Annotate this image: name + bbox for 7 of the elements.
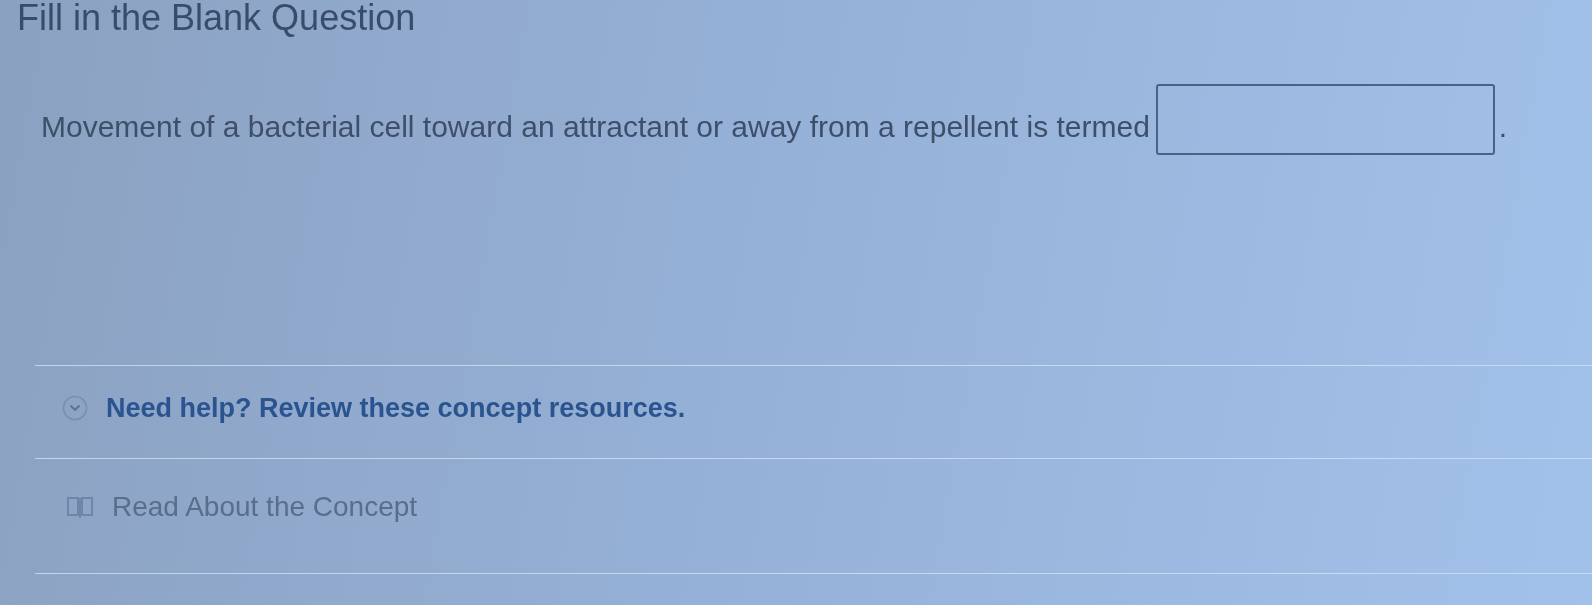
- resource-link[interactable]: Read About the Concept: [66, 491, 418, 523]
- question-title: Fill in the Blank Question: [16, 0, 416, 36]
- question-text: Movement of a bacterial cell toward an attractant or away from a repellent is termed: [41, 110, 1150, 144]
- book-icon: [66, 495, 94, 519]
- help-toggle[interactable]: Need help? Review these concept resources.: [62, 392, 686, 424]
- answer-field[interactable]: [1155, 84, 1495, 155]
- sentence-end: .: [1498, 110, 1508, 144]
